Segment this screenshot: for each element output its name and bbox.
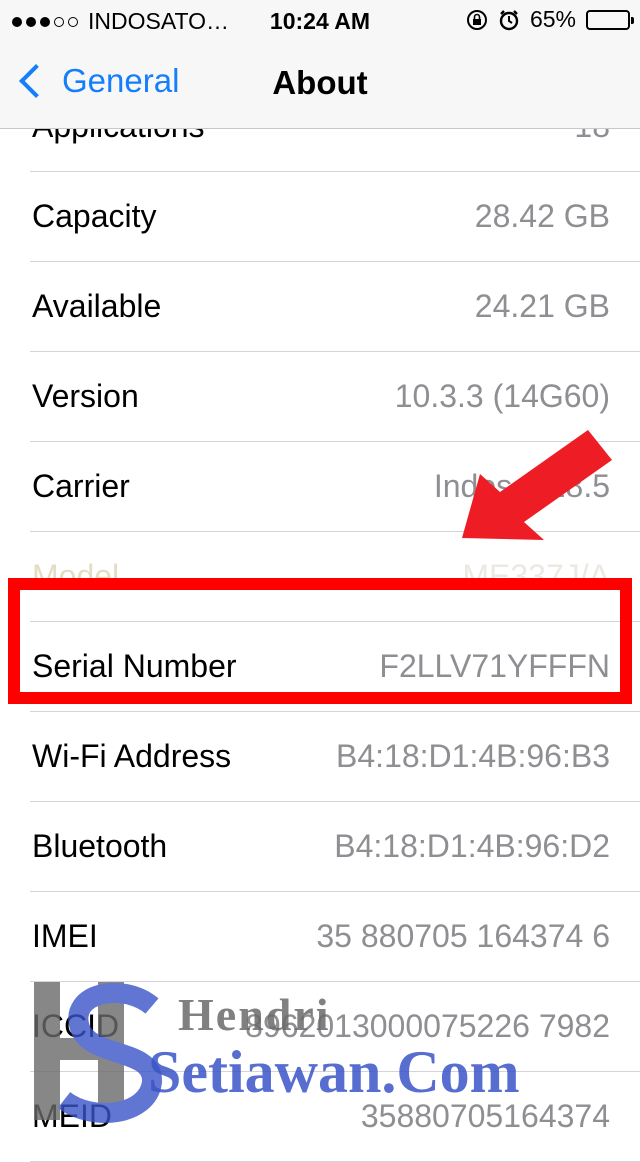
status-bar: INDOSATO… 10:24 AM 65% [0, 0, 640, 40]
alarm-icon [499, 9, 519, 30]
row-label: Bluetooth [32, 828, 168, 864]
row-value: 10.3.3 (14G60) [394, 378, 610, 414]
row-available: Available 24.21 GB [0, 262, 640, 352]
row-capacity: Capacity 28.42 GB [0, 172, 640, 262]
row-label: Wi-Fi Address [32, 738, 232, 774]
row-value: B4:18:D1:4B:96:B3 [336, 738, 610, 774]
row-label: Version [32, 378, 139, 414]
row-imei: IMEI 35 880705 164374 6 [0, 892, 640, 982]
battery-percent: 65% [529, 6, 576, 32]
row-label: MEID [32, 1098, 112, 1134]
row-wifi-address: Wi-Fi Address B4:18:D1:4B:96:B3 [0, 712, 640, 802]
row-label: Available [32, 288, 162, 324]
row-label: IMEI [32, 918, 98, 954]
battery-icon [586, 9, 634, 30]
row-value: 8962013000075226 7982 [245, 1008, 610, 1044]
orientation-lock-icon [466, 9, 487, 30]
row-label: Carrier [32, 468, 130, 504]
row-iccid: ICCID 8962013000075226 7982 [0, 982, 640, 1072]
row-label: Capacity [32, 198, 157, 234]
status-right: 65% [466, 6, 634, 33]
row-value: B4:18:D1:4B:96:D2 [334, 828, 610, 864]
page-title: About [272, 64, 368, 101]
serial-number-highlight-box [8, 578, 632, 704]
row-value: 35 880705 164374 6 [316, 918, 610, 954]
row-label: ICCID [32, 1008, 120, 1044]
row-bluetooth: Bluetooth B4:18:D1:4B:96:D2 [0, 802, 640, 892]
row-value: 35880705164374 [360, 1098, 610, 1134]
pointer-arrow-icon [462, 430, 612, 540]
navigation-bar: General About [0, 40, 640, 129]
row-meid: MEID 35880705164374 [0, 1072, 640, 1162]
row-value: 24.21 GB [474, 288, 610, 324]
row-value: 28.42 GB [474, 198, 610, 234]
